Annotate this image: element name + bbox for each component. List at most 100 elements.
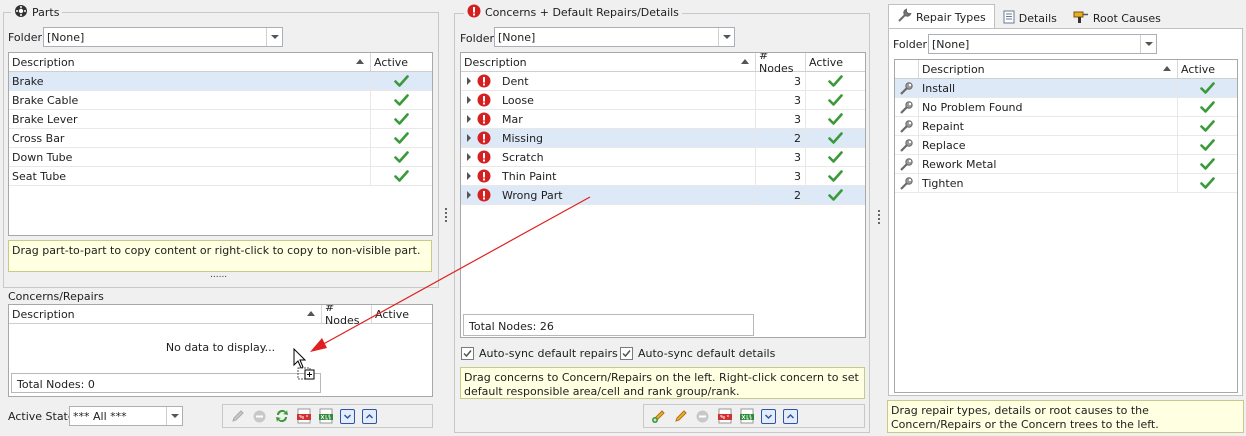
wrench-icon [897,8,912,26]
table-row[interactable]: Wrong Part 2 [461,186,865,205]
concerns-folder-label: Folder [460,32,494,45]
refresh-icon[interactable] [273,408,290,425]
pdf-export-icon[interactable] [716,408,733,425]
xlsx-export-icon[interactable] [738,408,755,425]
concerns-col-nodes[interactable]: # Nodes [756,53,806,75]
tree-expander[interactable] [461,148,499,166]
wrench-icon [895,155,919,173]
pdf-export-icon[interactable] [295,408,312,425]
alert-icon [477,74,491,88]
repair-description: Tighten [919,174,1178,192]
parts-folder-select[interactable]: [None] [43,27,283,47]
table-row[interactable]: Missing 2 [461,129,865,148]
edit-pencil-icon[interactable] [672,408,689,425]
collapse-up-icon[interactable] [782,408,799,425]
tree-expander[interactable] [461,186,499,204]
tab-details[interactable]: Details [995,7,1065,29]
panel-splitter-handle[interactable]: ...... [210,270,227,280]
table-row[interactable]: Seat Tube [9,167,432,186]
table-row[interactable]: Scratch 3 [461,148,865,167]
expand-down-icon[interactable] [760,408,777,425]
table-row[interactable]: Install [895,79,1237,98]
repairs-col-description[interactable]: Description [919,60,1178,78]
autosync-details-checkbox[interactable]: Auto-sync default details [620,347,775,360]
table-row[interactable]: Tighten [895,174,1237,193]
concern-nodes: 2 [756,129,806,147]
table-row[interactable]: Rework Metal [895,155,1237,174]
document-icon [1003,10,1015,27]
table-row[interactable]: Thin Paint 3 [461,167,865,186]
add-edit-icon[interactable] [650,408,667,425]
tree-expander[interactable] [461,167,499,185]
concerns-col-active[interactable]: Active [806,53,865,71]
edit-pencil-icon[interactable] [229,408,246,425]
table-row[interactable]: Loose 3 [461,91,865,110]
tree-expander[interactable] [461,129,499,147]
cr-col-description[interactable]: Description [9,305,322,323]
table-row[interactable]: Brake [9,72,432,91]
expand-arrow-icon[interactable] [467,134,471,142]
expand-arrow-icon[interactable] [467,172,471,180]
check-icon [371,148,432,166]
chevron-down-icon[interactable] [718,28,734,46]
table-row[interactable]: Brake Lever [9,110,432,129]
parts-col-active[interactable]: Active [371,53,432,71]
tab-root-causes[interactable]: Root Causes [1065,7,1169,29]
remove-icon[interactable] [251,408,268,425]
check-icon [1178,174,1237,192]
expand-down-icon[interactable] [339,408,356,425]
autosync-repairs-checkbox[interactable]: Auto-sync default repairs [461,347,618,360]
chevron-down-icon[interactable] [166,407,182,425]
drag-cursor-icon [293,347,317,385]
sort-asc-icon [1163,66,1171,71]
concerns-col-description[interactable]: Description [461,53,756,71]
parts-col-description[interactable]: Description [9,53,371,71]
part-description: Brake Lever [9,110,371,128]
part-description: Down Tube [9,148,371,166]
expand-arrow-icon[interactable] [467,115,471,123]
repairs-folder-select[interactable]: [None] [928,34,1157,54]
check-icon [1178,117,1237,135]
expand-arrow-icon[interactable] [467,96,471,104]
chevron-down-icon[interactable] [1140,35,1156,53]
concern-description: Scratch [499,148,756,166]
concerns-folder-select[interactable]: [None] [494,27,735,47]
cr-col-nodes[interactable]: # Nodes [322,305,372,327]
parts-grid: Description Active Brake Brake Cable Brake… [8,52,433,236]
cr-col-active[interactable]: Active [372,305,432,323]
concern-nodes: 3 [756,167,806,185]
table-row[interactable]: Down Tube [9,148,432,167]
table-row[interactable]: Cross Bar [9,129,432,148]
concern-description: Loose [499,91,756,109]
table-row[interactable]: Repaint [895,117,1237,136]
table-row[interactable]: No Problem Found [895,98,1237,117]
alert-icon [477,131,491,145]
tab-repair-types[interactable]: Repair Types [888,4,995,29]
expand-arrow-icon[interactable] [467,77,471,85]
repairs-col-active[interactable]: Active [1178,60,1237,78]
wrench-icon [895,79,919,97]
parts-title: Parts [32,5,60,19]
left-splitter-handle[interactable] [444,208,448,222]
checkbox-checked-icon[interactable] [620,347,633,360]
table-row[interactable]: Brake Cable [9,91,432,110]
wrench-icon [895,136,919,154]
tree-expander[interactable] [461,91,499,109]
tree-expander[interactable] [461,72,499,90]
alert-icon [477,150,491,164]
repairs-grid-header: Description Active [895,60,1237,79]
expand-arrow-icon[interactable] [467,153,471,161]
remove-icon[interactable] [694,408,711,425]
expand-arrow-icon[interactable] [467,191,471,199]
checkbox-checked-icon[interactable] [461,347,474,360]
table-row[interactable]: Replace [895,136,1237,155]
table-row[interactable]: Mar 3 [461,110,865,129]
alert-icon [477,93,491,107]
tree-expander[interactable] [461,110,499,128]
chevron-down-icon[interactable] [266,28,282,46]
wheel-icon [14,4,28,21]
active-state-select[interactable]: *** All *** [69,406,183,426]
xlsx-export-icon[interactable] [317,408,334,425]
collapse-up-icon[interactable] [361,408,378,425]
right-splitter-handle[interactable] [877,210,881,224]
